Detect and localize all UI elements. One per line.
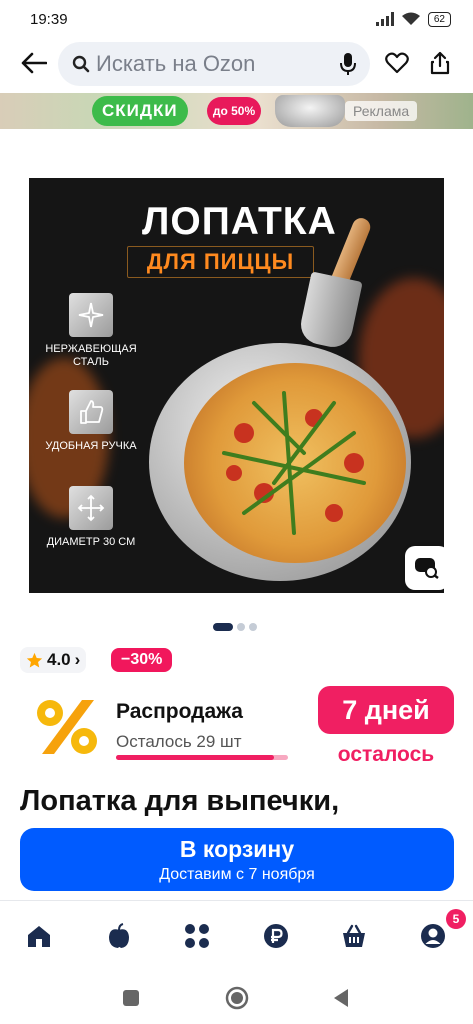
banner-discount: до 50%: [207, 97, 261, 125]
search-placeholder: Искать на Ozon: [96, 51, 256, 76]
profile-badge: 5: [446, 909, 466, 929]
wifi-icon: [401, 12, 420, 25]
carousel-dot[interactable]: [249, 623, 257, 631]
feature-label: УДОБНАЯ РУЧКА: [45, 440, 137, 452]
ad-label: Реклама: [345, 101, 418, 121]
search-icon: [72, 55, 90, 73]
product-title: Лопатка для выпечки,: [20, 785, 340, 817]
cart-button-label: В корзину: [179, 836, 295, 862]
star-icon: [26, 652, 43, 667]
feature-steel: НЕРЖАВЕЮЩАЯ СТАЛЬ: [45, 293, 137, 369]
stock-progress-fill: [116, 755, 275, 760]
pizza-image: [184, 363, 406, 563]
carousel-dot[interactable]: [213, 623, 233, 631]
fresh-icon[interactable]: [104, 921, 134, 951]
banner-product-image: [275, 95, 345, 127]
feature-diameter: ДИАМЕТР 30 СМ: [45, 486, 137, 549]
feature-handle: УДОБНАЯ РУЧКА: [45, 390, 137, 453]
battery-icon: 62: [427, 11, 451, 27]
peel-blade: [297, 271, 363, 351]
carousel-dot[interactable]: [237, 623, 245, 631]
rating-button[interactable]: 4.0 ›: [20, 647, 87, 673]
finance-icon[interactable]: [261, 921, 291, 951]
image-subtitle: ДЛЯ ПИЦЦЫ: [127, 246, 314, 278]
profile-icon[interactable]: [418, 921, 448, 951]
image-title: ЛОПАТКА: [142, 200, 337, 243]
discount-badge: −30%: [111, 648, 173, 672]
banner-label: СКИДКИ: [92, 96, 188, 126]
days-left-suffix: осталось: [337, 743, 435, 766]
catalog-icon[interactable]: [182, 921, 212, 951]
system-nav-bar: [0, 972, 473, 1024]
search-input[interactable]: Искать на Ozon: [58, 42, 370, 86]
home-icon[interactable]: [24, 921, 54, 951]
carousel-indicator: [213, 623, 257, 631]
arrows-icon: [69, 486, 113, 530]
home-button-icon[interactable]: [224, 985, 250, 1011]
mic-icon[interactable]: [340, 52, 356, 76]
percent-icon: [37, 700, 97, 754]
signal-icon: [375, 12, 394, 26]
visual-search-icon[interactable]: [405, 546, 444, 590]
rating-value: 4.0: [47, 650, 71, 669]
status-bar: 19:39 62: [0, 0, 473, 38]
status-time: 19:39: [30, 10, 68, 28]
back-button-icon[interactable]: [328, 985, 354, 1011]
feature-label: НЕРЖАВЕЮЩАЯ СТАЛЬ: [45, 343, 137, 368]
ad-banner[interactable]: СКИДКИ до 50% Реклама: [0, 93, 473, 129]
stock-remaining: Осталось 29 шт: [116, 732, 242, 751]
add-to-cart-button[interactable]: В корзину Доставим с 7 ноября: [20, 828, 454, 891]
top-bar: Искать на Ozon: [0, 40, 473, 86]
stock-progress-bar: [116, 755, 288, 760]
share-icon[interactable]: [427, 50, 453, 76]
delivery-date: Доставим с 7 ноября: [159, 866, 315, 883]
chevron-right-icon: ›: [74, 650, 81, 669]
sale-title: Распродажа: [116, 700, 243, 723]
product-image[interactable]: ЛОПАТКА ДЛЯ ПИЦЦЫ НЕРЖАВЕЮЩАЯ СТАЛЬ УДОБ…: [29, 178, 444, 593]
bottom-nav: [0, 900, 473, 971]
sparkle-icon: [69, 293, 113, 337]
heart-icon[interactable]: [384, 50, 410, 76]
days-left-badge: 7 дней: [318, 686, 454, 734]
feature-label: ДИАМЕТР 30 СМ: [46, 536, 136, 548]
cart-icon[interactable]: [339, 921, 369, 951]
thumbs-up-icon: [69, 390, 113, 434]
back-arrow-icon[interactable]: [20, 49, 48, 77]
recents-icon[interactable]: [118, 985, 144, 1011]
